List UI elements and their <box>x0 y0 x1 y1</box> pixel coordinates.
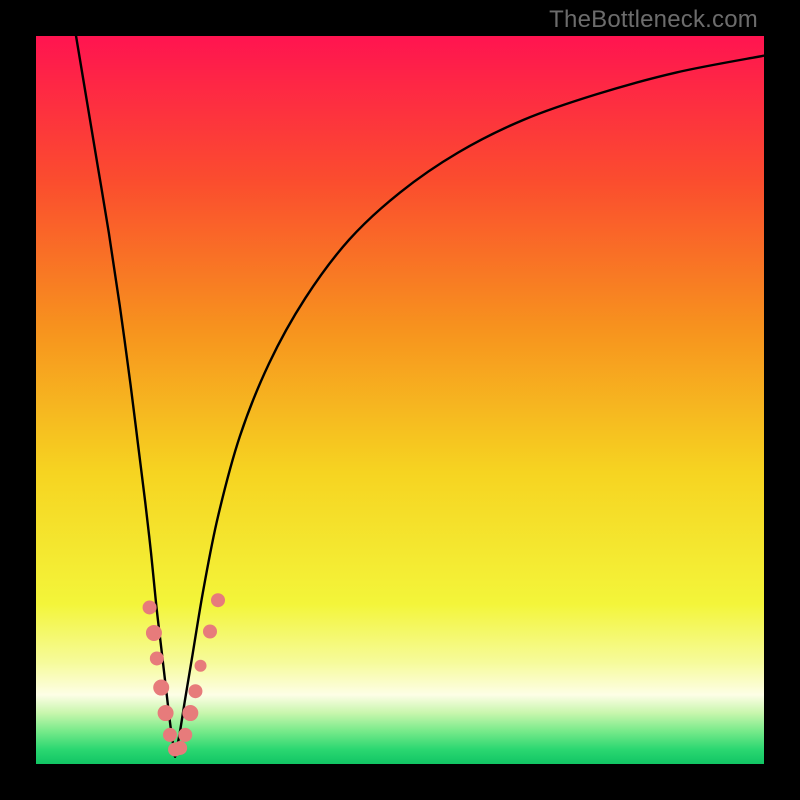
marker-dot <box>203 625 217 639</box>
curve-layer <box>36 36 764 764</box>
marker-dot <box>143 600 157 614</box>
marker-dot <box>158 705 174 721</box>
marker-dot <box>146 625 162 641</box>
marker-dot <box>195 660 207 672</box>
marker-dot <box>150 651 164 665</box>
marker-dot <box>178 728 192 742</box>
marker-dots <box>143 593 225 756</box>
curve-left-branch <box>76 36 175 757</box>
marker-dot <box>173 741 187 755</box>
watermark-text: TheBottleneck.com <box>549 6 758 34</box>
marker-dot <box>188 684 202 698</box>
marker-dot <box>163 728 177 742</box>
marker-dot <box>182 705 198 721</box>
marker-dot <box>153 680 169 696</box>
curve-right-branch <box>175 56 764 757</box>
marker-dot <box>211 593 225 607</box>
chart-frame: TheBottleneck.com <box>0 0 800 800</box>
plot-area <box>36 36 764 764</box>
